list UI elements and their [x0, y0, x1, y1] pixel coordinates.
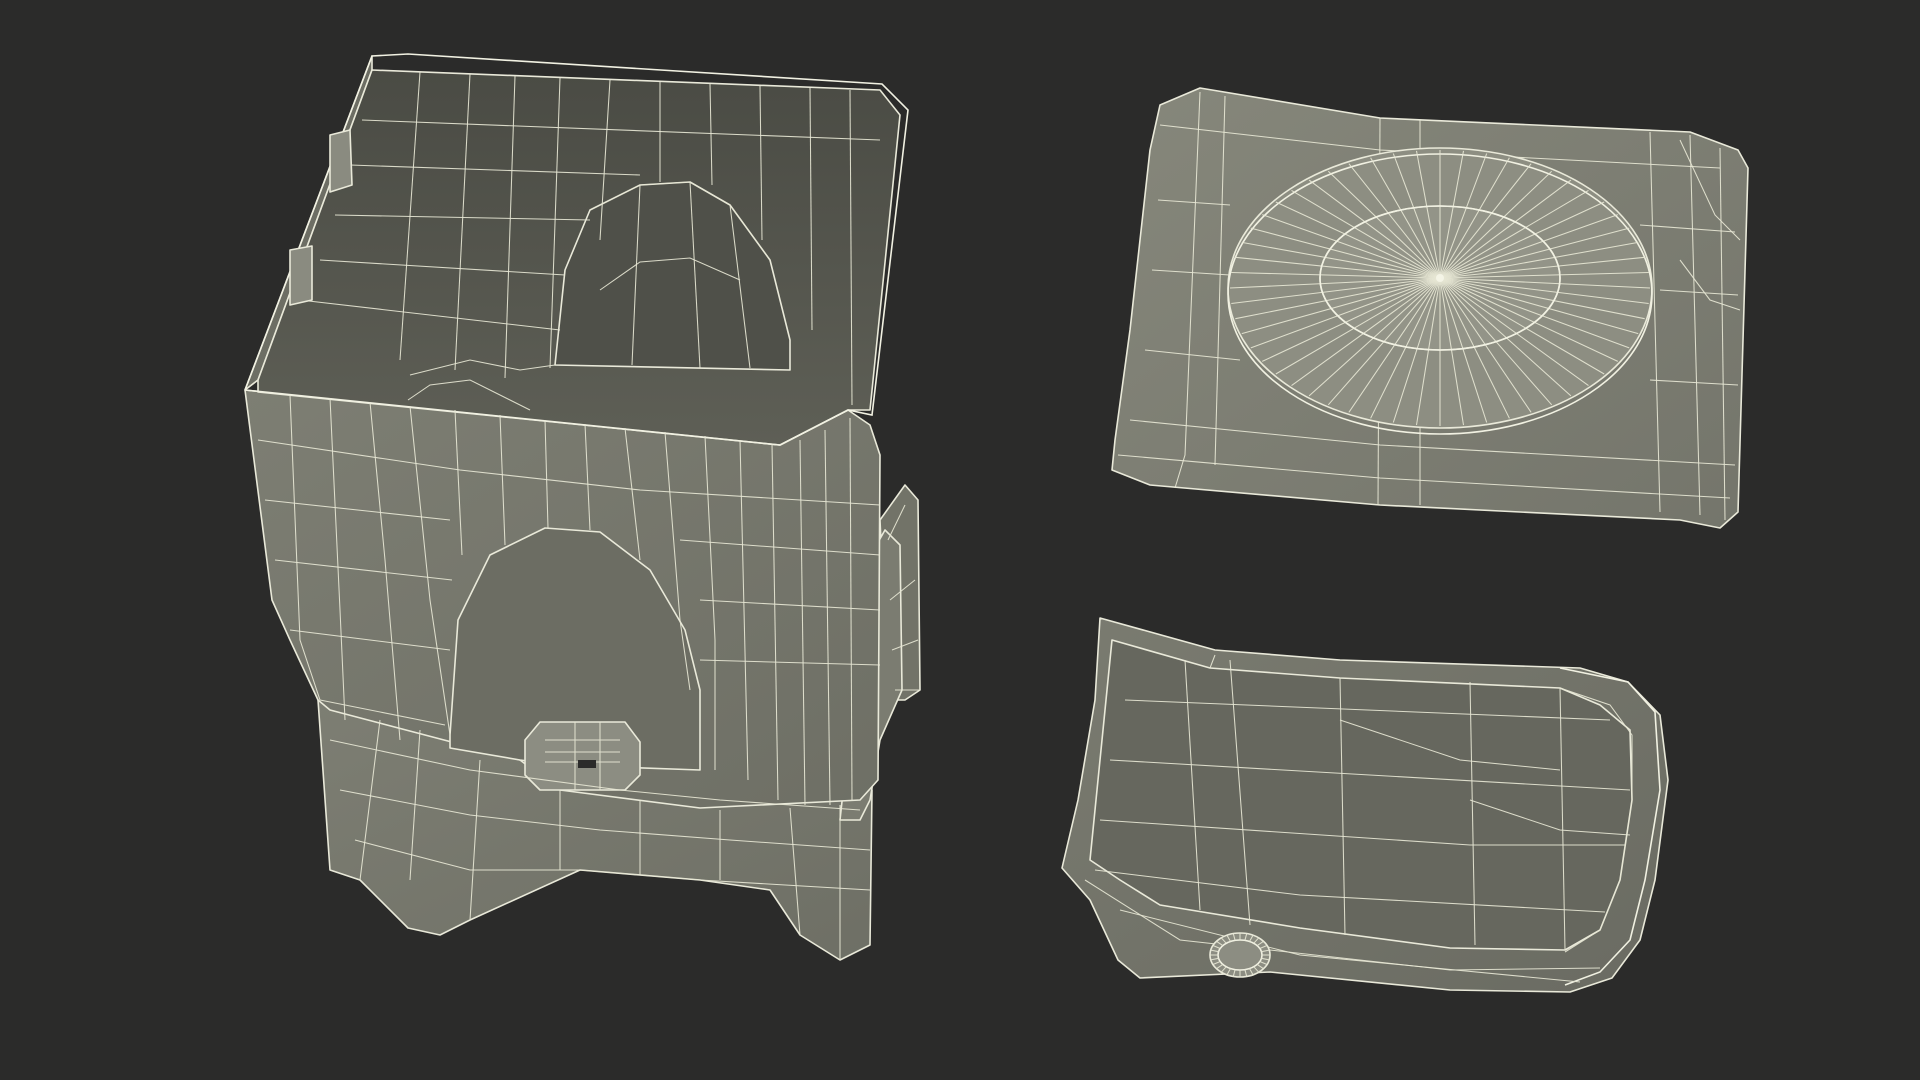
container-body[interactable]: [244, 53, 921, 961]
bottom-tray[interactable]: [1061, 617, 1669, 993]
rim-notch-upper: [329, 129, 353, 193]
dispenser-slot: [578, 760, 596, 768]
3d-viewport[interactable]: [0, 0, 1920, 1080]
wireframe-scene: [244, 53, 1749, 993]
top-lid[interactable]: [1111, 87, 1749, 529]
lid-dial-center: [1436, 274, 1444, 282]
rim-notch-lower: [289, 245, 313, 306]
